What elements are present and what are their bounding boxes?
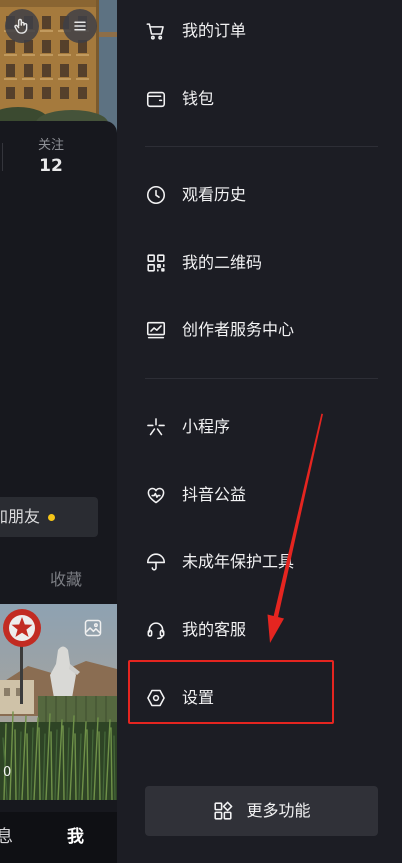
following-count: 12	[39, 156, 63, 176]
add-friend-button[interactable]: 加朋友	[0, 497, 98, 537]
hand-pointer-icon	[12, 16, 32, 36]
headset-icon	[145, 619, 167, 641]
following-stat[interactable]: 关注 12	[26, 137, 76, 177]
add-friend-label: 加朋友	[0, 507, 41, 526]
more-functions-button[interactable]: 更多功能	[145, 786, 378, 836]
nav-messages[interactable]: 息	[0, 826, 13, 848]
menu-icon	[70, 16, 90, 36]
more-functions-label: 更多功能	[246, 801, 311, 820]
hand-pointer-button[interactable]	[5, 9, 39, 43]
profile-page: 关注 12 加朋友 收藏 0 息 我	[0, 0, 117, 863]
menu-item-label: 未成年保护工具	[182, 552, 295, 571]
menu-button[interactable]	[63, 9, 97, 43]
nav-me[interactable]: 我	[67, 826, 84, 848]
menu-item-minor-protection[interactable]: 未成年保护工具	[117, 534, 402, 590]
menu-divider	[145, 146, 378, 147]
menu-item-label: 我的二维码	[182, 253, 263, 272]
qr-code-icon	[145, 252, 167, 274]
screen: 关注 12 加朋友 收藏 0 息 我 我的订单 钱包 观看历史 我的二维码 创作…	[0, 0, 402, 863]
menu-item-customer-service[interactable]: 我的客服	[117, 602, 402, 658]
menu-item-mini-programs[interactable]: 小程序	[117, 399, 402, 455]
menu-item-label: 钱包	[182, 89, 215, 108]
wallet-icon	[145, 88, 167, 110]
side-drawer: 我的订单 钱包 观看历史 我的二维码 创作者服务中心 小程序 抖音公益 未成年保…	[117, 0, 402, 863]
menu-item-watch-history[interactable]: 观看历史	[117, 167, 402, 223]
menu-item-label: 小程序	[182, 417, 231, 436]
charity-heart-icon	[145, 484, 167, 506]
stat-divider	[2, 143, 3, 171]
tab-favorites[interactable]: 收藏	[50, 570, 82, 590]
menu-item-qr-code[interactable]: 我的二维码	[117, 235, 402, 291]
menu-item-label: 创作者服务中心	[182, 320, 295, 339]
creator-chart-icon	[145, 319, 167, 341]
menu-item-label: 我的订单	[182, 21, 247, 40]
cart-icon	[145, 20, 167, 42]
menu-item-charity[interactable]: 抖音公益	[117, 467, 402, 523]
clock-icon	[145, 184, 167, 206]
menu-item-label: 我的客服	[182, 620, 247, 639]
bottom-nav: 息 我	[0, 812, 117, 863]
thumbnail-like-count: 0	[3, 765, 12, 780]
grid-icon	[212, 800, 234, 822]
menu-item-wallet[interactable]: 钱包	[117, 71, 402, 127]
umbrella-icon	[145, 551, 167, 573]
menu-item-my-orders[interactable]: 我的订单	[117, 3, 402, 59]
menu-item-creator-center[interactable]: 创作者服务中心	[117, 302, 402, 358]
menu-divider	[145, 378, 378, 379]
annotation-highlight-box	[128, 660, 334, 724]
notification-dot	[48, 513, 56, 521]
mini-program-icon	[145, 416, 167, 438]
menu-item-label: 抖音公益	[182, 485, 247, 504]
following-label: 关注	[37, 138, 64, 153]
menu-item-label: 观看历史	[182, 185, 247, 204]
gallery-icon	[83, 618, 103, 638]
